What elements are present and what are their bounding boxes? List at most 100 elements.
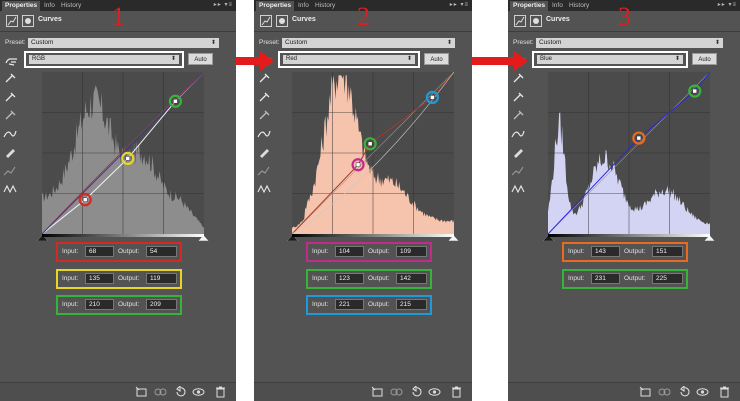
smooth-icon[interactable] [511, 165, 525, 177]
output-field[interactable]: 119 [146, 272, 177, 284]
clipping-warning-icon[interactable] [3, 183, 17, 195]
panel-menu-icon[interactable]: ▸▸ ▾≡ [214, 1, 233, 8]
pencil-icon[interactable] [511, 146, 525, 158]
auto-button[interactable]: Auto [424, 53, 449, 65]
input-output-row: Input: 123 Output: 142 [306, 268, 432, 289]
reset-icon[interactable] [678, 384, 691, 398]
input-field[interactable]: 221 [335, 299, 364, 310]
input-label: Input: [568, 248, 585, 255]
input-field[interactable]: 210 [85, 299, 114, 310]
output-label: Output: [368, 301, 390, 308]
delete-icon[interactable] [718, 386, 731, 398]
curve-edit-icon[interactable] [3, 128, 17, 140]
step-number: 2 [357, 2, 370, 31]
curves-adjustment-icon [514, 15, 526, 27]
preset-dropdown[interactable]: Custom ⬍ [536, 38, 723, 48]
sample-white-point-icon[interactable] [511, 109, 525, 121]
curves-graph[interactable] [42, 72, 204, 234]
clip-to-layer-icon[interactable] [639, 386, 652, 398]
input-label: Input: [62, 301, 79, 308]
reset-icon[interactable] [410, 384, 423, 398]
input-output-row: Input: 135 Output: 119 [56, 268, 182, 289]
output-field[interactable]: 54 [146, 246, 177, 257]
tab-info[interactable]: Info [295, 1, 312, 11]
tab-properties[interactable]: Properties [256, 1, 295, 11]
sample-gray-point-icon[interactable] [257, 91, 271, 103]
input-field[interactable]: 123 [335, 272, 364, 284]
curve-edit-icon[interactable] [511, 128, 525, 140]
dropdown-caret-icon: ⬍ [674, 56, 680, 62]
layer-mask-icon[interactable] [22, 15, 34, 27]
sample-black-point-icon[interactable] [3, 72, 17, 84]
preset-value: Custom [31, 39, 54, 46]
control-point [173, 98, 178, 104]
pencil-icon[interactable] [3, 146, 17, 158]
preset-dropdown[interactable]: Custom ⬍ [28, 38, 219, 48]
channel-select-highlight: RGB ⬍ [24, 51, 184, 68]
toggle-visibility-icon[interactable] [696, 386, 709, 398]
toggle-visibility-icon[interactable] [428, 386, 441, 398]
curves-graph[interactable] [548, 72, 710, 234]
input-label: Input: [62, 248, 79, 255]
pencil-icon[interactable] [257, 146, 271, 158]
clip-to-layer-icon[interactable] [371, 386, 384, 398]
view-previous-state-icon[interactable] [658, 386, 671, 398]
panel-menu-icon[interactable]: ▸▸ ▾≡ [718, 1, 737, 8]
output-field[interactable]: 142 [396, 272, 427, 284]
tab-info[interactable]: Info [41, 1, 58, 11]
clipping-warning-icon[interactable] [511, 183, 525, 195]
output-field[interactable]: 225 [652, 272, 683, 284]
layer-mask-icon[interactable] [276, 15, 288, 27]
control-point [692, 88, 698, 94]
toggle-visibility-icon[interactable] [192, 386, 205, 398]
clipping-warning-icon[interactable] [257, 183, 271, 195]
input-output-row: Input: 231 Output: 225 [562, 268, 688, 289]
input-label: Input: [312, 248, 329, 255]
view-previous-state-icon[interactable] [154, 386, 167, 398]
sample-gray-point-icon[interactable] [511, 91, 525, 103]
preset-dropdown[interactable]: Custom ⬍ [282, 38, 455, 48]
delete-icon[interactable] [450, 386, 463, 398]
tab-info[interactable]: Info [549, 1, 566, 11]
output-field[interactable]: 151 [652, 246, 683, 257]
smooth-icon[interactable] [3, 165, 17, 177]
tab-properties[interactable]: Properties [510, 1, 549, 11]
tab-history[interactable]: History [58, 1, 84, 11]
smooth-icon[interactable] [257, 165, 271, 177]
auto-button[interactable]: Auto [692, 53, 717, 65]
tab-history[interactable]: History [312, 1, 338, 11]
on-image-adjust-icon[interactable] [5, 56, 18, 66]
output-field[interactable]: 209 [146, 299, 177, 310]
layer-mask-icon[interactable] [530, 15, 542, 27]
tab-history[interactable]: History [566, 1, 592, 11]
input-field[interactable]: 104 [335, 246, 364, 257]
input-field[interactable]: 143 [591, 246, 620, 257]
clip-to-layer-icon[interactable] [135, 386, 148, 398]
input-field[interactable]: 231 [591, 272, 620, 284]
input-field[interactable]: 68 [85, 246, 114, 257]
channel-dropdown[interactable]: Red ⬍ [283, 55, 415, 64]
sample-white-point-icon[interactable] [3, 109, 17, 121]
auto-button[interactable]: Auto [188, 53, 213, 65]
tonal-gradient-bar [42, 234, 204, 237]
sample-white-point-icon[interactable] [257, 109, 271, 121]
input-output-row: Input: 104 Output: 109 [306, 242, 432, 262]
output-label: Output: [624, 248, 646, 255]
panel-bottom-toolbar [0, 382, 236, 401]
channel-dropdown[interactable]: Blue ⬍ [537, 55, 683, 64]
sample-gray-point-icon[interactable] [3, 91, 17, 103]
view-previous-state-icon[interactable] [390, 386, 403, 398]
curve-edit-icon[interactable] [257, 128, 271, 140]
channel-dropdown[interactable]: RGB ⬍ [29, 55, 179, 64]
control-point [355, 162, 361, 168]
tab-properties[interactable]: Properties [2, 1, 41, 11]
reset-icon[interactable] [174, 384, 187, 398]
curves-graph[interactable] [292, 72, 454, 234]
dropdown-caret-icon: ⬍ [406, 56, 412, 62]
delete-icon[interactable] [214, 386, 227, 398]
input-output-row: Input: 68 Output: 54 [56, 242, 182, 262]
panel-menu-icon[interactable]: ▸▸ ▾≡ [450, 1, 469, 8]
output-field[interactable]: 215 [396, 299, 427, 310]
output-field[interactable]: 109 [396, 246, 427, 257]
input-field[interactable]: 135 [85, 272, 114, 284]
